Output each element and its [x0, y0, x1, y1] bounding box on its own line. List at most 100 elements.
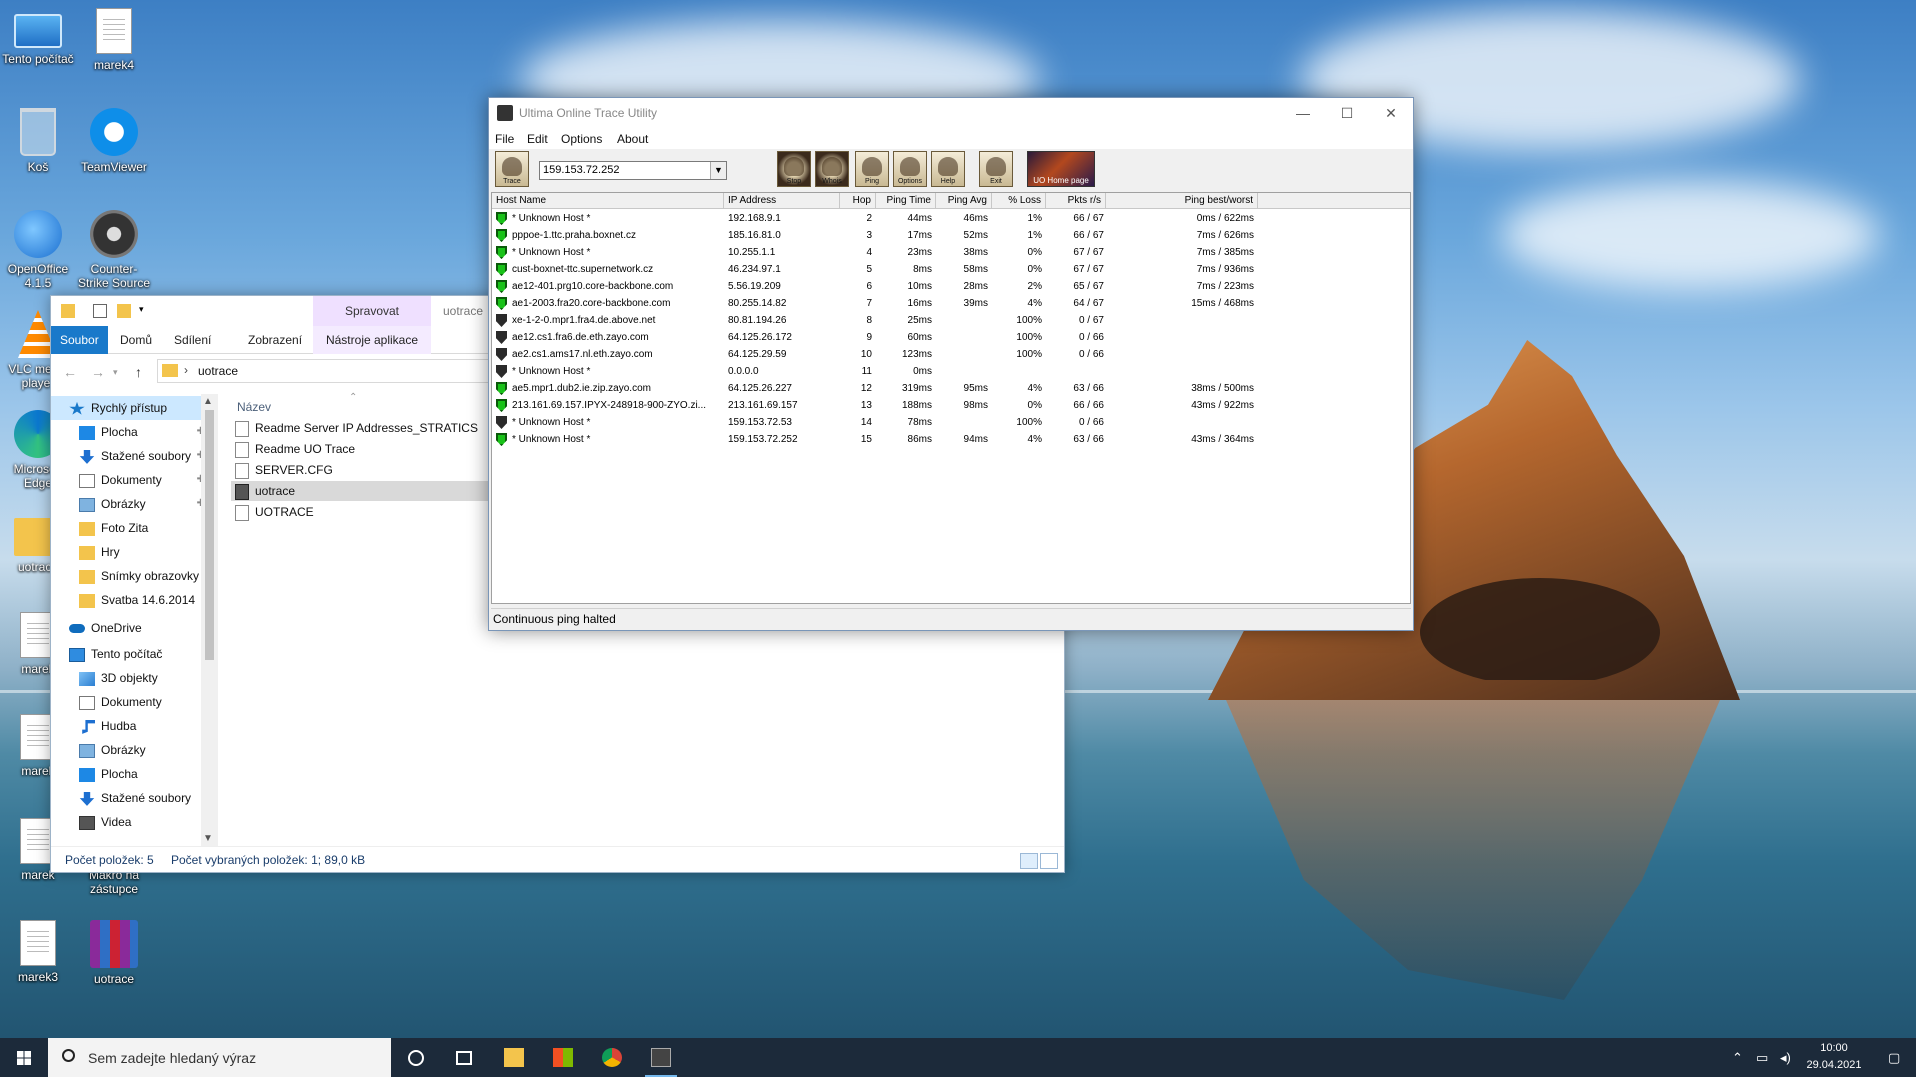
- sidebar-item[interactable]: Hudba: [51, 714, 211, 738]
- sidebar-item[interactable]: Plocha✚: [51, 420, 211, 444]
- tab-sdileni[interactable]: Sdílení: [165, 326, 220, 354]
- sidebar-item[interactable]: OneDrive: [51, 616, 211, 640]
- start-button[interactable]: [0, 1038, 48, 1077]
- file-explorer-icon[interactable]: [490, 1038, 538, 1077]
- menu-about[interactable]: About: [617, 132, 648, 146]
- uo-home-page-button[interactable]: UO Home page: [1027, 151, 1095, 187]
- tab-soubor[interactable]: Soubor: [51, 326, 108, 354]
- file-row[interactable]: uotrace: [231, 481, 491, 501]
- trace-results-list[interactable]: Host Name IP Address Hop Ping Time Ping …: [491, 192, 1411, 604]
- trace-row[interactable]: * Unknown Host * 0.0.0.0 11 0ms: [492, 363, 1410, 380]
- scroll-up-icon[interactable]: ▲: [203, 396, 213, 407]
- maximize-icon[interactable]: ☐: [1325, 102, 1369, 124]
- file-row[interactable]: Readme Server IP Addresses_STRATICS: [231, 418, 491, 438]
- stop-button[interactable]: Stop: [777, 151, 811, 187]
- col-hop[interactable]: Hop: [840, 193, 876, 209]
- desktop-icon-0[interactable]: Tento počítač: [0, 8, 76, 66]
- chrome-icon[interactable]: [588, 1038, 636, 1077]
- network-icon[interactable]: ▭: [1756, 1050, 1768, 1066]
- tab-nastroje-aplikace[interactable]: Nástroje aplikace: [313, 326, 431, 354]
- file-row[interactable]: SERVER.CFG: [231, 460, 491, 480]
- trace-row[interactable]: ae12-401.prg10.core-backbone.com 5.56.19.…: [492, 278, 1410, 295]
- sidebar-item[interactable]: Stažené soubory: [51, 786, 211, 810]
- tiles-view-icon[interactable]: [1040, 853, 1058, 869]
- uotrace-icon[interactable]: [637, 1038, 685, 1077]
- desktop-icon-14[interactable]: uotrace: [76, 920, 152, 986]
- sidebar-item[interactable]: Rychlý přístup: [51, 396, 211, 420]
- sidebar-item[interactable]: Snímky obrazovky: [51, 564, 211, 588]
- sidebar-item[interactable]: Foto Zita: [51, 516, 211, 540]
- cortana-icon[interactable]: [392, 1038, 440, 1077]
- trace-row[interactable]: * Unknown Host * 159.153.72.252 15 86ms 94ms…: [492, 431, 1410, 448]
- taskbar-search-box[interactable]: Sem zadejte hledaný výraz: [48, 1038, 391, 1077]
- trace-row[interactable]: 213.161.69.157.IPYX-248918-900-ZYO.zi...…: [492, 397, 1410, 414]
- desktop-icon-3[interactable]: TeamViewer: [76, 108, 152, 174]
- sidebar-item[interactable]: Hry: [51, 540, 211, 564]
- trace-row[interactable]: cust-boxnet-ttc.supernetwork.cz 46.234.97…: [492, 261, 1410, 278]
- trace-row[interactable]: * Unknown Host * 10.255.1.1 4 23ms 38ms 0% 67 …: [492, 244, 1410, 261]
- details-view-icon[interactable]: [1020, 853, 1038, 869]
- dropdown-arrow-icon[interactable]: ▼: [710, 162, 726, 179]
- sidebar-item[interactable]: Dokumenty✚: [51, 468, 211, 492]
- desktop-icon-2[interactable]: Koš: [0, 108, 76, 174]
- sidebar-item[interactable]: Obrázky✚: [51, 492, 211, 516]
- folder-icon[interactable]: [61, 304, 75, 318]
- clock-date[interactable]: 29.04.2021: [1802, 1059, 1866, 1071]
- desktop-icon-13[interactable]: marek3: [0, 920, 76, 984]
- trace-row[interactable]: ae5.mpr1.dub2.ie.zip.zayo.com 64.125.26.2…: [492, 380, 1410, 397]
- navigation-scrollbar[interactable]: ▲ ▼: [201, 394, 218, 846]
- col-loss[interactable]: % Loss: [992, 193, 1046, 209]
- trace-row[interactable]: ae12.cs1.fra6.de.eth.zayo.com 64.125.26.1…: [492, 329, 1410, 346]
- column-header-name[interactable]: Název: [237, 400, 271, 414]
- recent-chevron-icon[interactable]: ▾: [113, 367, 118, 378]
- volume-icon[interactable]: ◂): [1780, 1050, 1791, 1066]
- tab-zobrazeni[interactable]: Zobrazení: [239, 326, 311, 354]
- col-ip-address[interactable]: IP Address: [724, 193, 840, 209]
- trace-row[interactable]: * Unknown Host * 192.168.9.1 2 44ms 46ms 1% 66…: [492, 210, 1410, 227]
- col-ping-time[interactable]: Ping Time: [876, 193, 936, 209]
- up-arrow-icon[interactable]: ↑: [135, 364, 142, 380]
- host-combobox[interactable]: 159.153.72.252 ▼: [539, 161, 727, 180]
- sidebar-item[interactable]: Plocha: [51, 762, 211, 786]
- sidebar-item[interactable]: 3D objekty: [51, 666, 211, 690]
- col-ping-avg[interactable]: Ping Avg: [936, 193, 992, 209]
- task-view-icon[interactable]: [440, 1038, 488, 1077]
- trace-row[interactable]: xe-1-2-0.mpr1.fra4.de.above.net 80.81.194…: [492, 312, 1410, 329]
- col-host-name[interactable]: Host Name: [492, 193, 724, 209]
- trace-row[interactable]: ae1-2003.fra20.core-backbone.com 80.255.1…: [492, 295, 1410, 312]
- options-button[interactable]: Options: [893, 151, 927, 187]
- col-ping-best-worst[interactable]: Ping best/worst: [1106, 193, 1258, 209]
- menu-options[interactable]: Options: [561, 132, 602, 146]
- store-icon[interactable]: [539, 1038, 587, 1077]
- back-arrow-icon[interactable]: ←: [63, 364, 77, 380]
- minimize-icon[interactable]: —: [1281, 102, 1325, 124]
- exit-button[interactable]: Exit: [979, 151, 1013, 187]
- sidebar-item[interactable]: Obrázky: [51, 738, 211, 762]
- col-pkts[interactable]: Pkts r/s: [1046, 193, 1106, 209]
- ping-button[interactable]: Ping: [855, 151, 889, 187]
- scrollbar-thumb[interactable]: [205, 410, 214, 660]
- close-icon[interactable]: ✕: [1369, 102, 1413, 124]
- sidebar-item[interactable]: Tento počítač: [51, 642, 211, 666]
- desktop-icon-1[interactable]: marek4: [76, 8, 152, 72]
- trace-row[interactable]: * Unknown Host * 159.153.72.53 14 78ms 100% 0…: [492, 414, 1410, 431]
- whois-button[interactable]: Whois: [815, 151, 849, 187]
- desktop-icon-5[interactable]: Counter-Strike Source: [76, 210, 152, 290]
- tab-domu[interactable]: Domů: [111, 326, 161, 354]
- trace-title-bar[interactable]: Ultima Online Trace Utility — ☐ ✕: [489, 98, 1413, 129]
- sidebar-item[interactable]: Videa: [51, 810, 211, 834]
- uo-trace-window[interactable]: Ultima Online Trace Utility — ☐ ✕ File E…: [488, 97, 1414, 631]
- sidebar-item[interactable]: Svatba 14.6.2014: [51, 588, 211, 612]
- clock-time[interactable]: 10:00: [1802, 1042, 1866, 1054]
- trace-button[interactable]: Trace: [495, 151, 529, 187]
- file-row[interactable]: Readme UO Trace: [231, 439, 491, 459]
- scroll-down-icon[interactable]: ▼: [203, 833, 213, 844]
- new-folder-icon[interactable]: [117, 304, 131, 318]
- file-row[interactable]: UOTRACE: [231, 502, 491, 522]
- menu-edit[interactable]: Edit: [527, 132, 548, 146]
- customize-chevron-icon[interactable]: ▾: [139, 304, 153, 318]
- breadcrumb-path[interactable]: uotrace: [198, 364, 238, 378]
- menu-file[interactable]: File: [495, 132, 514, 146]
- forward-arrow-icon[interactable]: →: [91, 364, 105, 380]
- desktop-icon-4[interactable]: OpenOffice 4.1.5: [0, 210, 76, 290]
